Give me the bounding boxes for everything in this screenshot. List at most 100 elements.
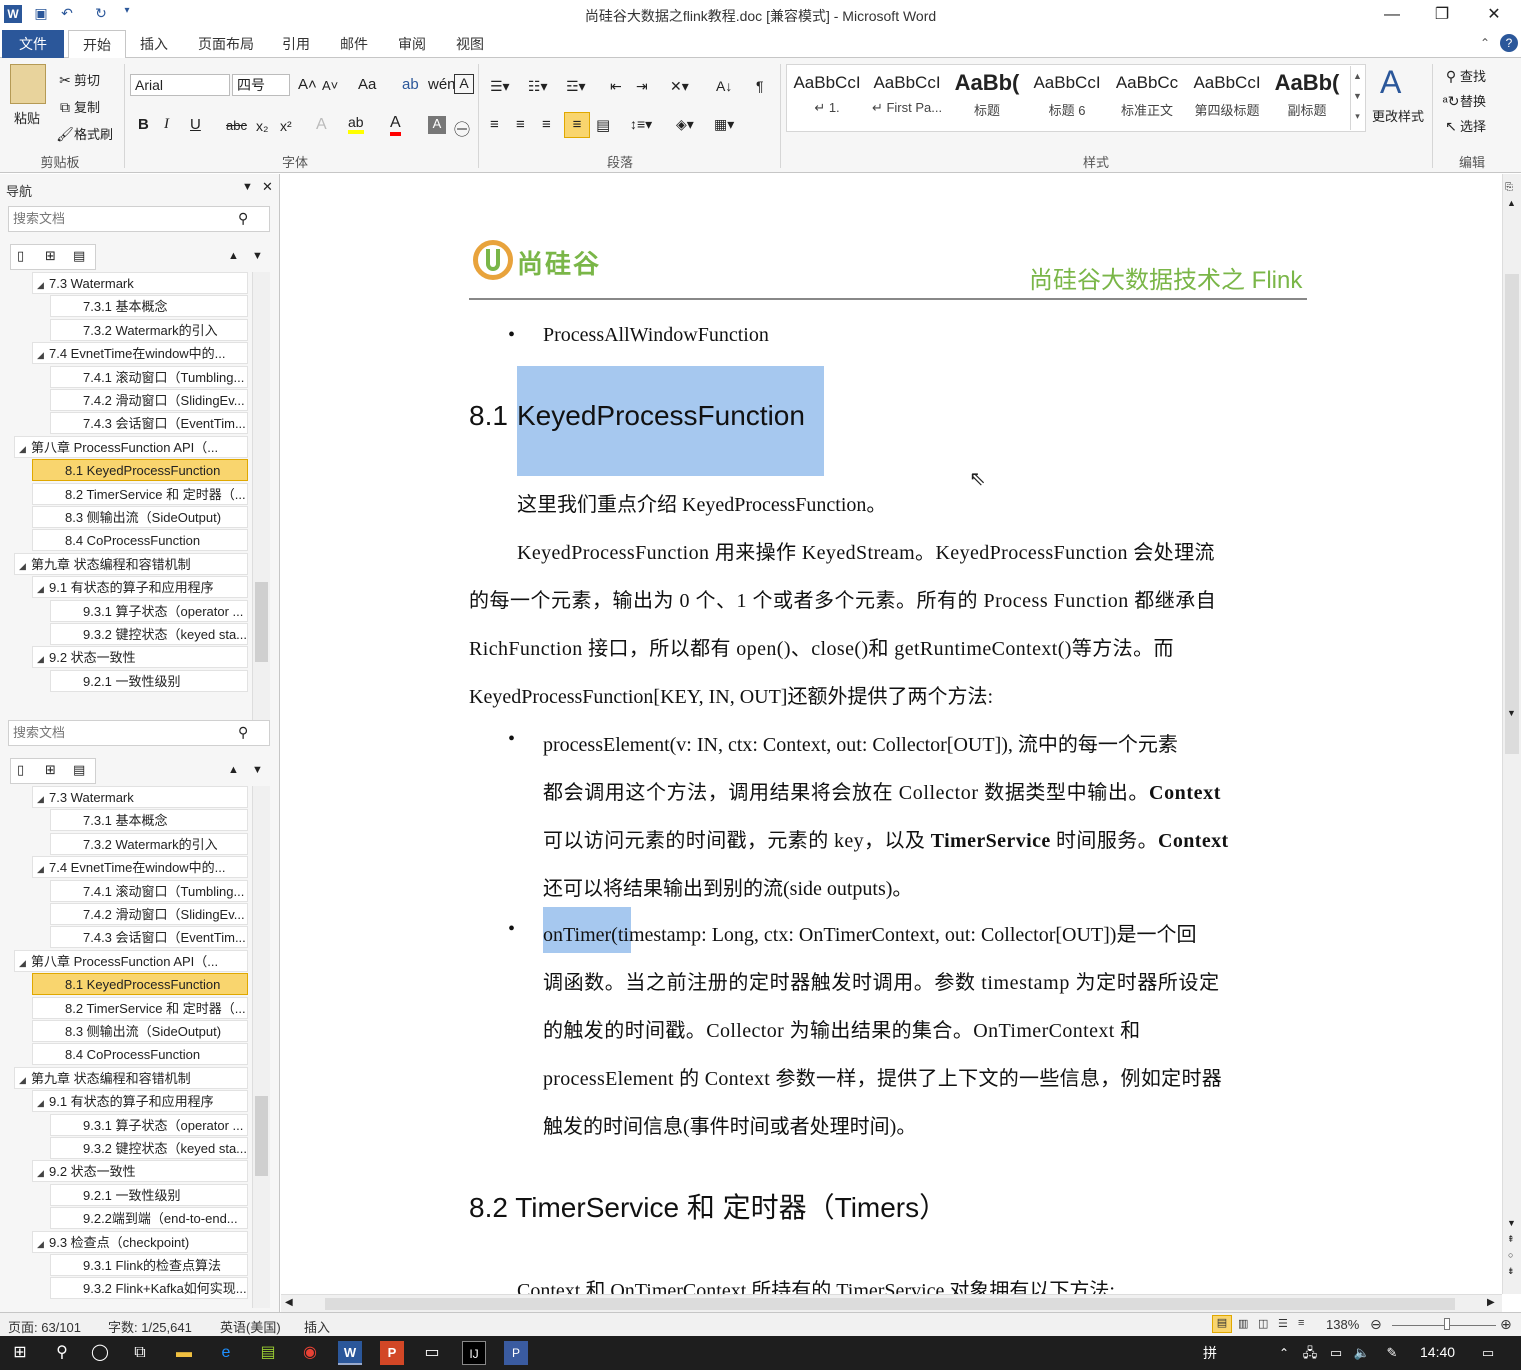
collapse-triangle-icon[interactable]: ◢ — [19, 439, 31, 457]
nav-item[interactable]: 8.2 TimerService 和 定时器（... — [32, 996, 248, 1019]
copy-button[interactable]: ⧉ 复制 — [56, 97, 100, 116]
font-name-combo[interactable]: Arial — [130, 74, 230, 96]
headings-view-icon[interactable]: ▯ — [17, 248, 24, 264]
nav-item[interactable]: ◢ 第九章 状态编程和容错机制 — [14, 1066, 248, 1089]
notepad-icon[interactable]: ▤ — [256, 1341, 280, 1365]
h-scroll-thumb[interactable] — [325, 1298, 1455, 1310]
nav-item[interactable]: ◢ 9.3 检查点（checkpoint) — [32, 1230, 248, 1253]
cortana-icon[interactable]: ◯ — [88, 1341, 112, 1365]
word-count[interactable]: 字数: 1/25,641 — [108, 1317, 192, 1336]
enclose-char-icon[interactable]: ㊀ — [454, 116, 470, 140]
bullets-icon[interactable]: ☰▾ — [490, 78, 510, 95]
sort-icon[interactable]: A↓ — [716, 78, 732, 94]
collapse-triangle-icon[interactable]: ◢ — [37, 1234, 49, 1252]
bullet1-line-4[interactable]: 还可以将结果输出到别的流(side outputs)。 — [543, 872, 912, 901]
highlight-icon[interactable]: ab — [348, 114, 364, 134]
scroll-left-icon[interactable]: ◀ — [285, 1297, 293, 1308]
multilevel-list-icon[interactable]: ☲▾ — [566, 78, 586, 95]
nav-scrollbar-top[interactable] — [252, 272, 270, 720]
volume-icon[interactable]: 🔈 — [1350, 1341, 1374, 1365]
nav-up-icon[interactable]: ▲ — [228, 764, 239, 776]
nav-item[interactable]: ◢ 第八章 ProcessFunction API（... — [14, 435, 248, 458]
collapse-triangle-icon[interactable]: ◢ — [19, 1070, 31, 1088]
align-left-icon[interactable]: ≡ — [490, 116, 499, 133]
borders-icon[interactable]: ▦▾ — [714, 116, 734, 133]
intellij-icon[interactable]: IJ — [462, 1341, 486, 1365]
document-horizontal-scrollbar[interactable]: ◀ ▶ — [281, 1294, 1502, 1312]
bullet1-line-1[interactable]: processElement(v: IN, ctx: Context, out:… — [543, 728, 1178, 757]
show-marks-icon[interactable]: ¶ — [756, 78, 764, 94]
document-page[interactable]: 尚硅谷 尚硅谷大数据技术之 Flink • ProcessAllWindowFu… — [281, 174, 1502, 1294]
para-line-4[interactable]: KeyedProcessFunction[KEY, IN, OUT]还额外提供了… — [469, 680, 993, 709]
collapse-triangle-icon[interactable]: ◢ — [37, 579, 49, 597]
nav-item[interactable]: 7.4.2 滑动窗口（SlidingEv... — [50, 903, 248, 925]
heading-8-1-title[interactable]: KeyedProcessFunction — [517, 400, 805, 432]
char-shading-icon[interactable]: A — [428, 116, 446, 134]
minimize-button[interactable]: — — [1370, 2, 1414, 28]
results-view-icon[interactable]: ▤ — [73, 248, 85, 264]
scroll-down-icon[interactable]: ▼ — [1507, 708, 1516, 718]
nav-down-icon[interactable]: ▼ — [252, 764, 263, 776]
battery-icon[interactable]: ▭ — [1324, 1341, 1348, 1365]
nav-item[interactable]: ◢ 9.1 有状态的算子和应用程序 — [32, 576, 248, 599]
bold-button[interactable]: B — [138, 116, 149, 133]
justify-icon[interactable]: ≡ — [564, 112, 590, 138]
nav-scroll-thumb[interactable] — [255, 582, 268, 662]
collapse-triangle-icon[interactable]: ◢ — [37, 1163, 49, 1181]
task-view-icon[interactable]: ⧉ — [128, 1341, 152, 1365]
app-window-icon[interactable]: ▭ — [420, 1341, 444, 1365]
nav-item[interactable]: 9.3.2 键控状态（keyed sta... — [50, 623, 248, 645]
tab-view[interactable]: 视图 — [442, 30, 498, 58]
subscript-button[interactable]: x₂ — [256, 118, 268, 134]
style-3[interactable]: AaBb(标题 — [946, 66, 1028, 130]
nav-item[interactable]: 7.4.2 滑动窗口（SlidingEv... — [50, 389, 248, 411]
decrease-indent-icon[interactable]: ⇤ — [610, 78, 622, 95]
nav-search-input[interactable]: 搜索文档 — [8, 206, 270, 232]
bullet2-line-2[interactable]: 调函数。当之前注册的定时器触发时调用。参数 timestamp 为定时器所设定 — [543, 966, 1220, 995]
next-page-icon[interactable]: ⇟ — [1507, 1266, 1515, 1277]
search-icon[interactable]: ⚲ — [238, 724, 248, 741]
nav-item[interactable]: 7.3.1 基本概念 — [50, 295, 248, 318]
para-line-3[interactable]: RichFunction 接口，所以都有 open()、close()和 get… — [469, 632, 1174, 661]
bullet2-line-4[interactable]: processElement 的 Context 参数一样，提供了上下文的一些信… — [543, 1062, 1222, 1091]
nav-item[interactable]: ◢ 第九章 状态编程和容错机制 — [14, 552, 248, 575]
nav-item[interactable]: 9.2.1 一致性级别 — [50, 1183, 248, 1206]
nav-item[interactable]: ◢ 9.2 状态一致性 — [32, 646, 248, 669]
tab-references[interactable]: 引用 — [268, 30, 324, 58]
para-timerservice[interactable]: Context 和 OnTimerContext 所持有的 TimerServi… — [517, 1274, 1115, 1294]
collapse-triangle-icon[interactable]: ◢ — [37, 1093, 49, 1111]
collapse-triangle-icon[interactable]: ◢ — [37, 275, 49, 293]
heading-8-1-number[interactable]: 8.1 — [469, 400, 508, 432]
nav-item[interactable]: 7.3.1 基本概念 — [50, 809, 248, 832]
zoom-level[interactable]: 138% — [1326, 1317, 1359, 1332]
find-button[interactable]: ⚲ 查找 — [1442, 66, 1486, 85]
select-button[interactable]: ↖ 选择 — [1442, 116, 1486, 135]
nav-item[interactable]: 9.3.1 算子状态（operator ... — [50, 599, 248, 622]
help-icon[interactable]: ? — [1500, 34, 1518, 52]
paste-icon[interactable] — [10, 64, 46, 104]
nav-item[interactable]: 8.4 CoProcessFunction — [32, 529, 248, 552]
shrink-font-button[interactable]: A˅ — [322, 78, 338, 93]
font-color-icon[interactable]: A — [390, 114, 401, 136]
draft-icon[interactable]: ≡ — [1298, 1317, 1304, 1329]
nav-item[interactable]: 9.3.2 Flink+Kafka如何实现... — [50, 1277, 248, 1300]
style-5[interactable]: AaBbCc 标准正文 — [1106, 66, 1188, 130]
nav-item[interactable]: 8.2 TimerService 和 定时器（... — [32, 482, 248, 505]
align-right-icon[interactable]: ≡ — [542, 116, 551, 133]
browse-object-icon[interactable]: ○ — [1508, 1250, 1513, 1260]
nav-item[interactable]: ◢ 9.1 有状态的算子和应用程序 — [32, 1090, 248, 1113]
reading-view-icon[interactable]: ▥ — [1238, 1317, 1248, 1330]
para-line-1[interactable]: KeyedProcessFunction 用来操作 KeyedStream。Ke… — [517, 536, 1215, 565]
notifications-icon[interactable]: ▭ — [1476, 1341, 1500, 1365]
bullet2-line-3[interactable]: 的触发的时间戳。Collector 为输出结果的集合。OnTimerContex… — [543, 1014, 1141, 1043]
superscript-button[interactable]: x² — [280, 118, 292, 134]
nav-item[interactable]: 7.4.3 会话窗口（EventTim... — [50, 926, 248, 949]
change-case-button[interactable]: Aa — [358, 76, 376, 93]
style-1[interactable]: AaBbCcI ↵ 1. — [786, 66, 868, 130]
ruler-toggle-icon[interactable]: ⎘ — [1505, 182, 1513, 193]
search-icon[interactable]: ⚲ — [50, 1341, 74, 1365]
char-border-icon[interactable]: A — [454, 74, 474, 94]
insert-mode[interactable]: 插入 — [304, 1317, 330, 1336]
pdf-app-icon[interactable]: P — [504, 1341, 528, 1365]
nav-item[interactable]: 7.4.3 会话窗口（EventTim... — [50, 412, 248, 435]
